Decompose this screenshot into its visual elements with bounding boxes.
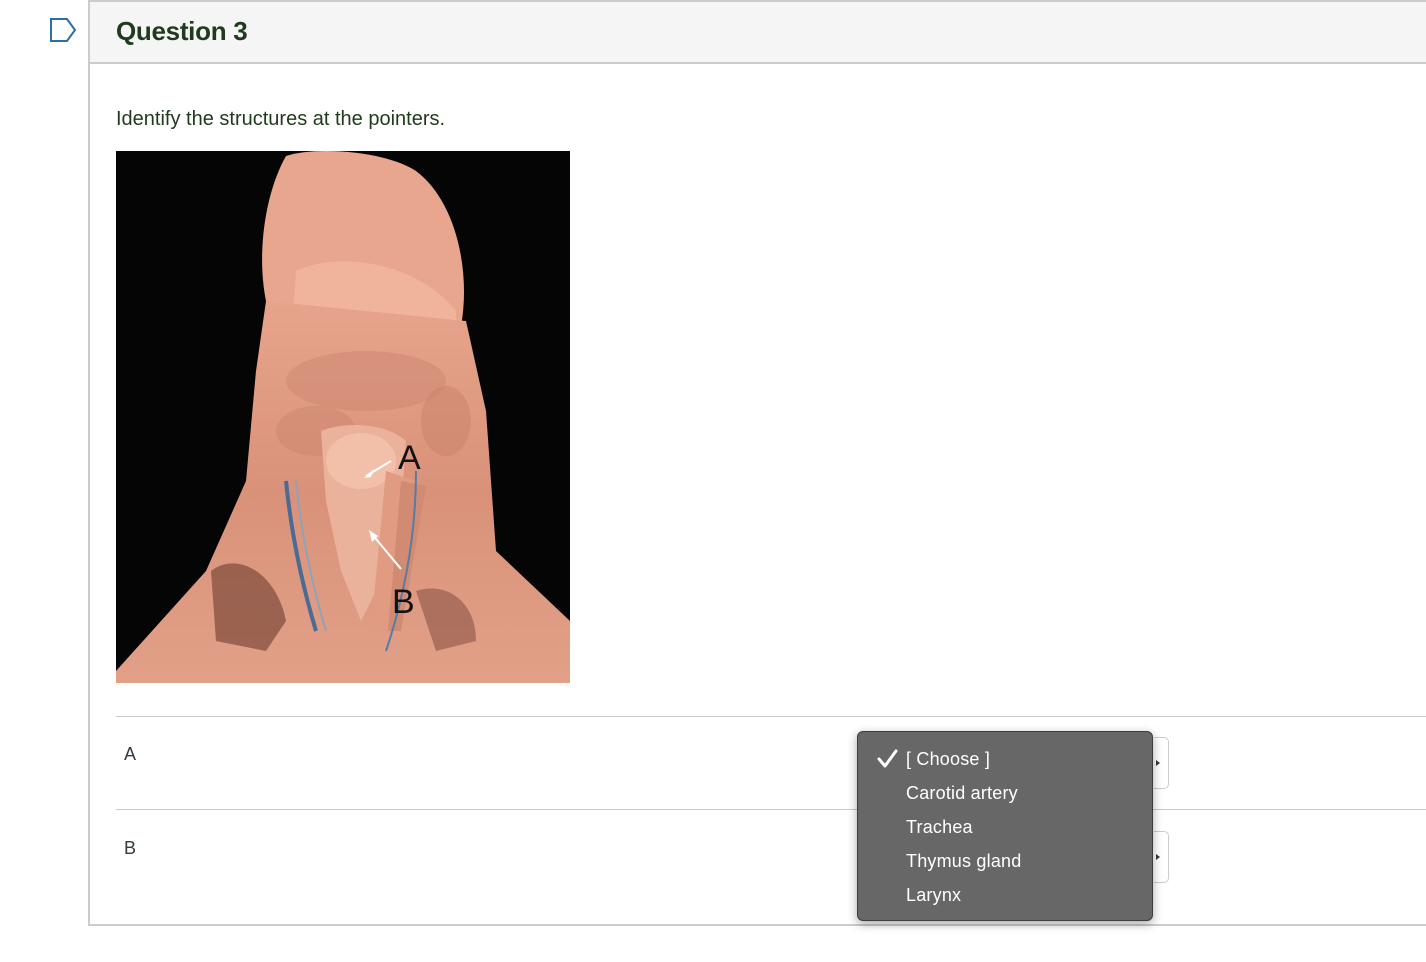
pointer-label-b: B: [392, 583, 415, 621]
answer-b-select[interactable]: [1154, 831, 1169, 883]
question-title: Question 3: [116, 16, 248, 46]
answer-a-select[interactable]: [1154, 737, 1169, 789]
question-header: Question 3: [90, 2, 1426, 64]
dropdown-option-thymus-gland[interactable]: Thymus gland: [906, 851, 1021, 872]
row-divider: [116, 809, 1426, 810]
answer-row-label: B: [124, 838, 137, 858]
dropdown-option-carotid-artery[interactable]: Carotid artery: [906, 783, 1018, 804]
row-divider: [116, 716, 1426, 717]
dropdown-option-larynx[interactable]: Larynx: [906, 885, 961, 906]
dropdown-option-trachea[interactable]: Trachea: [906, 817, 973, 838]
dissection-photo: A B: [116, 151, 570, 683]
dropdown-option-choose[interactable]: [ Choose ]: [906, 749, 990, 770]
pointer-label-a: A: [398, 439, 421, 477]
flag-question-icon[interactable]: [48, 16, 78, 44]
answer-row-label: A: [124, 744, 137, 764]
checkmark-icon: [876, 748, 898, 770]
answer-dropdown-menu: [ Choose ] Carotid artery Trachea Thymus…: [857, 731, 1153, 921]
question-container: Question 3 Identify the structures at th…: [88, 0, 1426, 926]
question-prompt: Identify the structures at the pointers.: [116, 108, 446, 130]
